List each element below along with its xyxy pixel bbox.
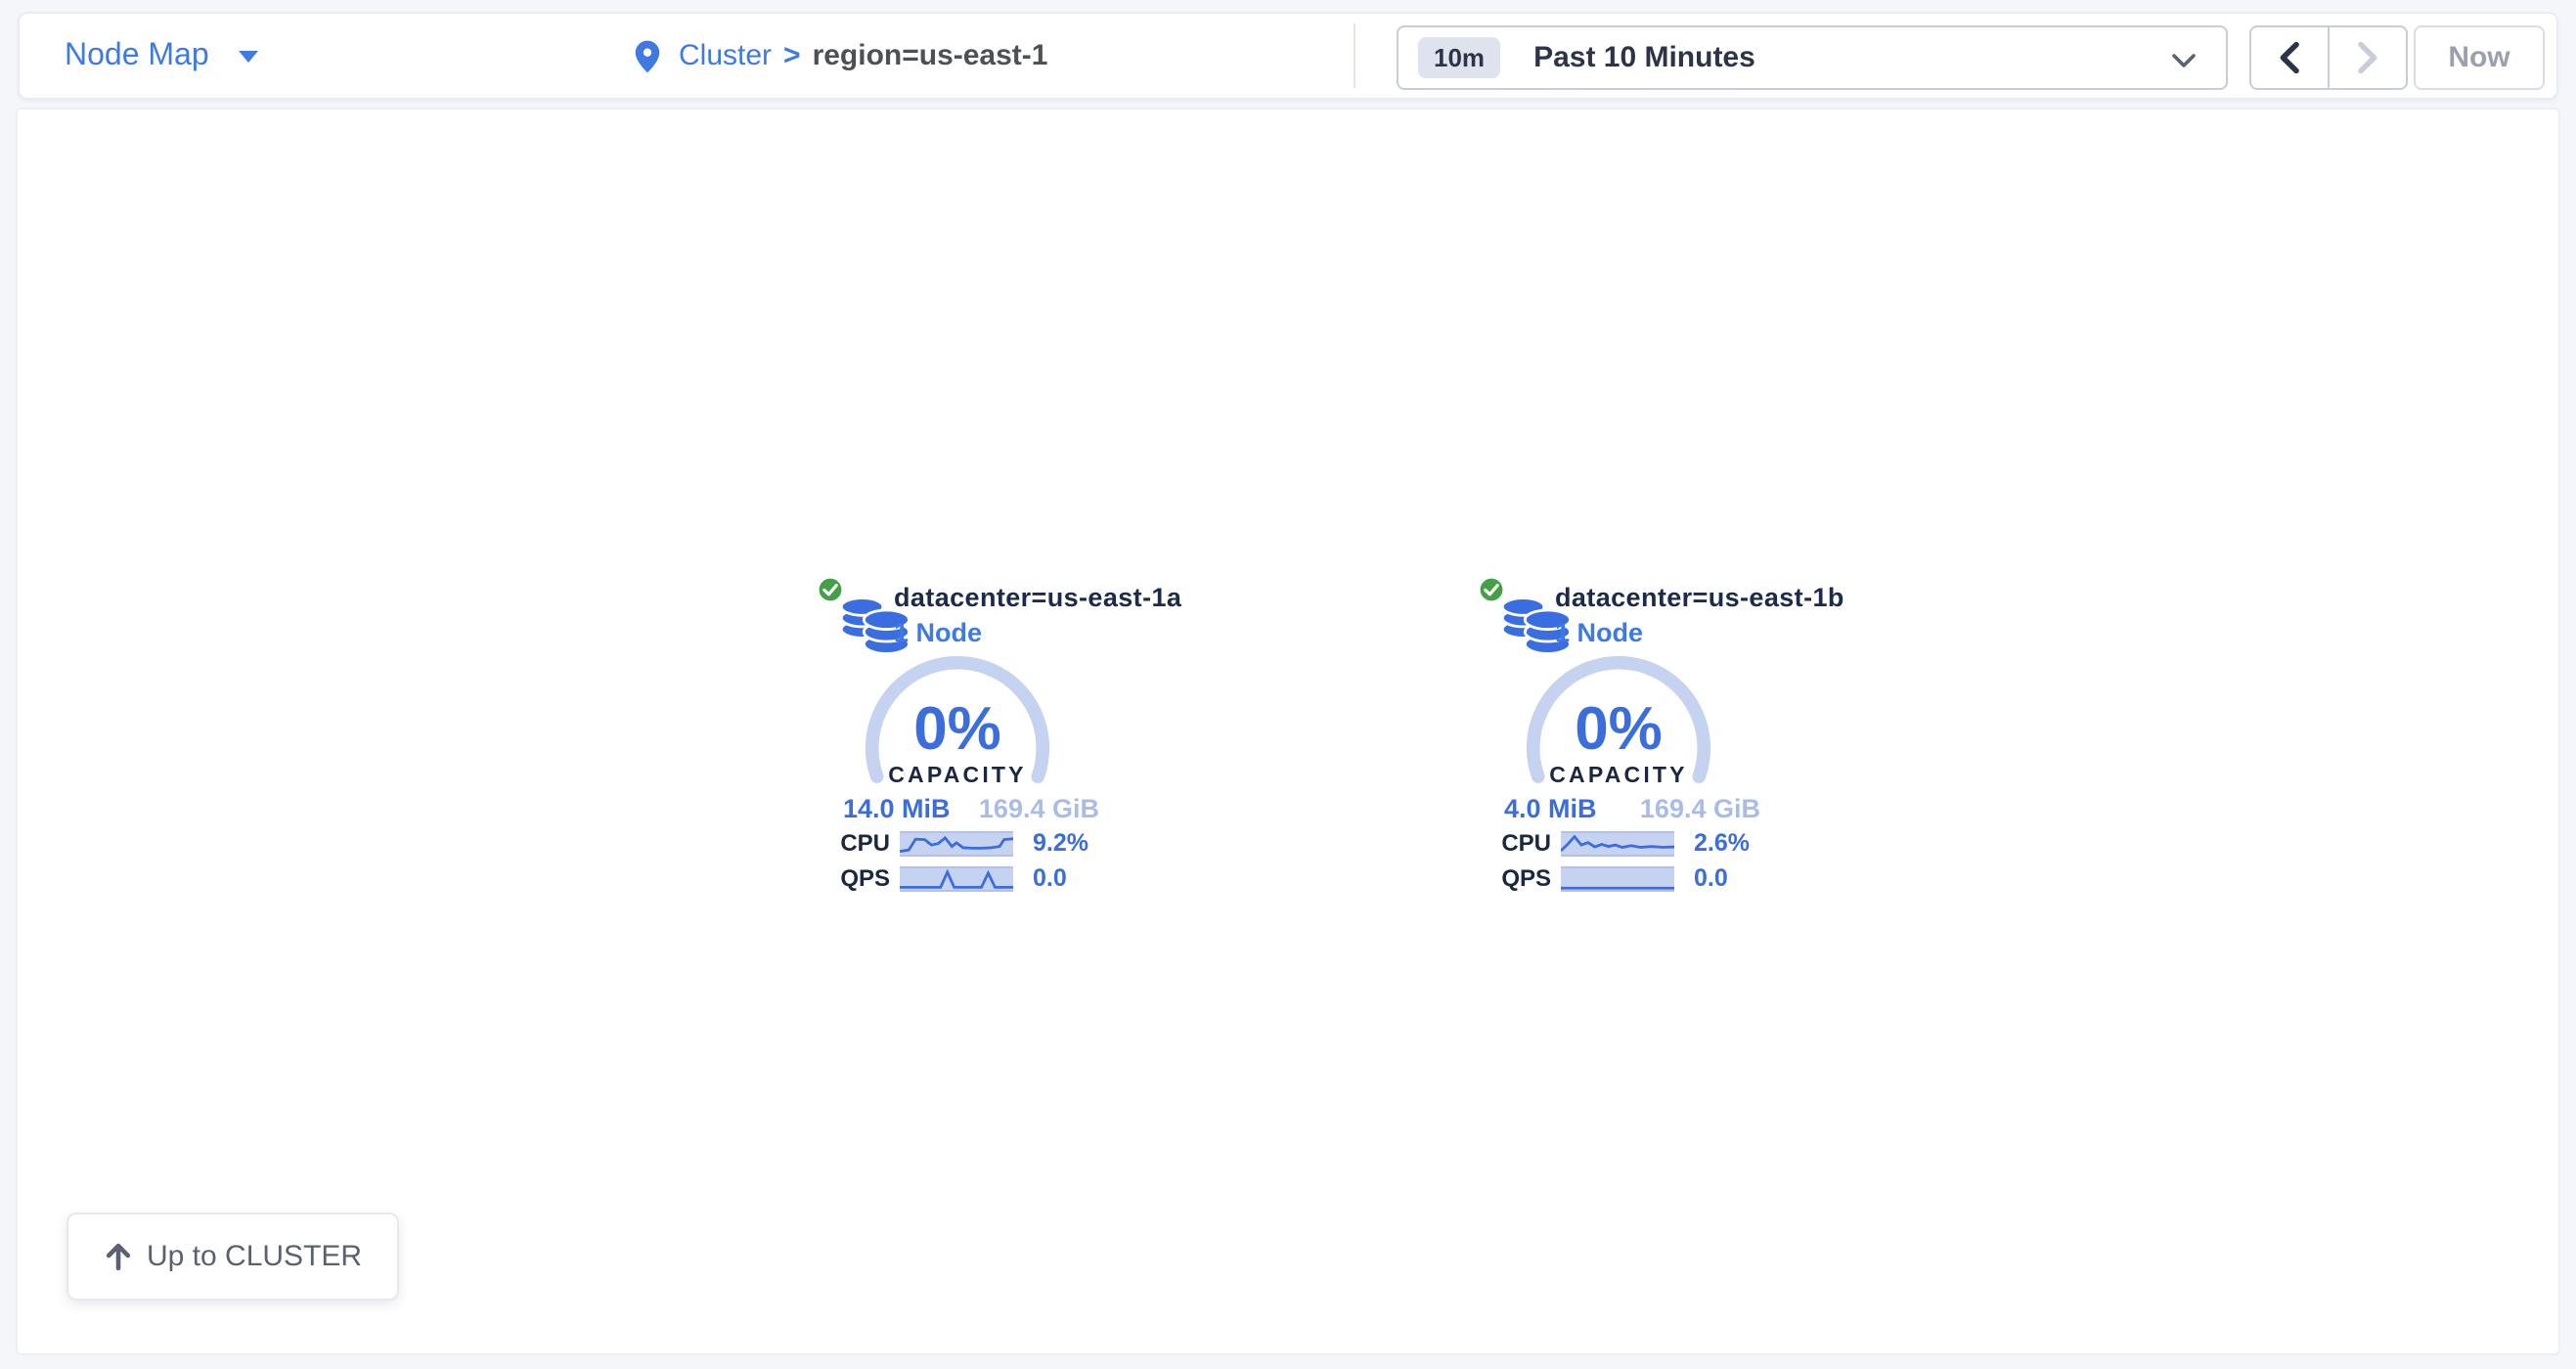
qps-label: QPS [816, 864, 890, 892]
node-count: 1 Node [1555, 618, 1844, 647]
breadcrumb-separator: > [783, 39, 801, 72]
qps-sparkline [900, 865, 1013, 891]
view-selector-dropdown[interactable]: Node Map [65, 14, 258, 98]
datacenter-card-us-east-1a[interactable]: datacenter=us-east-1a 1 Node 0% CAPACITY… [816, 575, 1172, 907]
breadcrumb: Cluster > region=us-east-1 [634, 14, 1048, 98]
qps-metric-row: QPS 0.0 [816, 864, 1067, 892]
chevron-down-icon [239, 50, 258, 62]
capacity-used: 14.0 MiB [843, 794, 951, 823]
location-pin-icon [634, 38, 661, 73]
cpu-metric-row: CPU 9.2% [816, 829, 1088, 857]
cpu-value: 2.6% [1694, 829, 1750, 857]
arrow-up-icon [104, 1242, 133, 1271]
cpu-label: CPU [816, 829, 890, 857]
qps-label: QPS [1477, 864, 1551, 892]
topbar: Node Map Cluster > region=us-east-1 10m … [18, 12, 2558, 100]
capacity-percent: 0% [1524, 694, 1713, 765]
datacenter-meta: datacenter=us-east-1a 1 Node [894, 583, 1181, 647]
capacity-percent: 0% [863, 694, 1052, 765]
prev-time-button[interactable] [2251, 27, 2329, 88]
up-to-cluster-label: Up to CLUSTER [147, 1240, 362, 1273]
cpu-metric-row: CPU 2.6% [1477, 829, 1750, 857]
datacenter-title: datacenter=us-east-1b [1555, 583, 1844, 612]
next-time-button[interactable] [2329, 27, 2406, 88]
now-button[interactable]: Now [2414, 25, 2545, 90]
breadcrumb-current-location: region=us-east-1 [813, 39, 1048, 72]
capacity-label: CAPACITY [1524, 765, 1713, 788]
capacity-total: 169.4 GiB [1640, 794, 1760, 823]
node-map-page: Node Map Cluster > region=us-east-1 10m … [0, 0, 2576, 1369]
view-selector-label: Node Map [65, 38, 209, 73]
datacenter-title: datacenter=us-east-1a [894, 583, 1181, 612]
qps-value: 0.0 [1033, 864, 1067, 892]
datacenter-card-us-east-1b[interactable]: datacenter=us-east-1b 1 Node 0% CAPACITY… [1477, 575, 1833, 907]
cpu-sparkline [900, 830, 1013, 856]
capacity-minmax: 4.0 MiB 169.4 GiB [1504, 794, 1760, 823]
topbar-divider [1354, 23, 1355, 88]
qps-metric-row: QPS 0.0 [1477, 864, 1728, 892]
capacity-used: 4.0 MiB [1504, 794, 1597, 823]
datacenter-meta: datacenter=us-east-1b 1 Node [1555, 583, 1844, 647]
chevron-left-icon [2279, 41, 2300, 74]
time-range-label: Past 10 Minutes [1533, 41, 1755, 74]
time-range-dropdown[interactable]: 10m Past 10 Minutes [1397, 25, 2228, 90]
qps-sparkline [1561, 865, 1674, 891]
capacity-minmax: 14.0 MiB 169.4 GiB [843, 794, 1099, 823]
time-nav-group [2249, 25, 2408, 90]
up-to-cluster-button[interactable]: Up to CLUSTER [67, 1213, 399, 1301]
breadcrumb-cluster-link[interactable]: Cluster [679, 39, 772, 72]
time-range-badge: 10m [1418, 37, 1500, 78]
chevron-down-icon [2171, 53, 2197, 68]
qps-value: 0.0 [1694, 864, 1728, 892]
cpu-value: 9.2% [1033, 829, 1088, 857]
node-map-canvas [16, 108, 2560, 1355]
capacity-label: CAPACITY [863, 765, 1052, 788]
cpu-sparkline [1561, 830, 1674, 856]
node-count: 1 Node [894, 618, 1181, 647]
chevron-right-icon [2357, 41, 2378, 74]
capacity-total: 169.4 GiB [979, 794, 1099, 823]
cpu-label: CPU [1477, 829, 1551, 857]
